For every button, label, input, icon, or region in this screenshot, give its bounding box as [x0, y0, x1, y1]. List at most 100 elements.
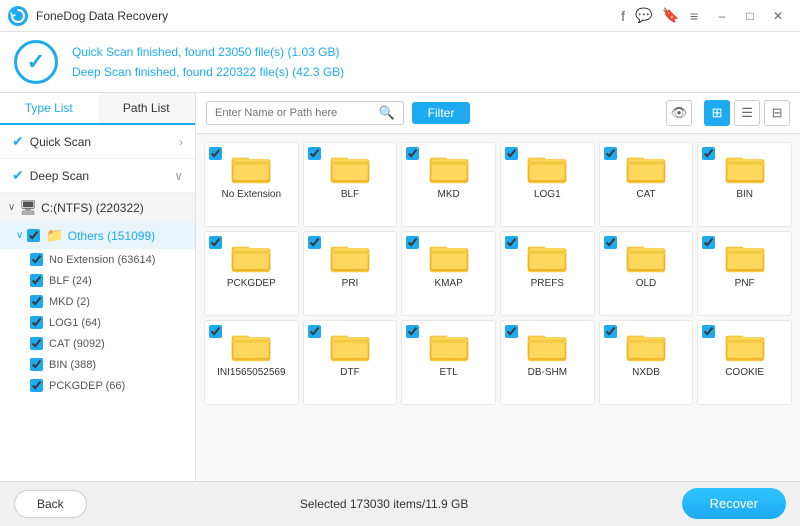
file-name-4: CAT [636, 189, 655, 200]
file-grid-item[interactable]: BLF [303, 142, 398, 227]
file-type-checkbox-1[interactable] [30, 274, 43, 287]
file-checkbox-10[interactable] [604, 236, 617, 249]
message-icon[interactable]: 💬 [635, 7, 652, 24]
file-grid-item[interactable]: KMAP [401, 231, 496, 316]
search-input[interactable] [215, 107, 378, 119]
file-grid-item[interactable]: PNF [697, 231, 792, 316]
others-folder-checkbox[interactable] [27, 229, 40, 242]
file-grid-item[interactable]: BIN [697, 142, 792, 227]
file-type-item: MKD (2) [0, 291, 195, 312]
others-folder-item[interactable]: ∨ 📁 Others (151099) [0, 222, 195, 249]
folder-expand-icon: ∨ [16, 230, 23, 241]
drive-item[interactable]: ∨ 🖥 C:(NTFS) (220322) [0, 193, 195, 222]
file-type-checkbox-3[interactable] [30, 316, 43, 329]
quick-scan-item[interactable]: ✔ Quick Scan › [0, 125, 195, 159]
menu-icon[interactable]: ≡ [690, 8, 698, 24]
quick-scan-size: (1.03 GB) [284, 45, 339, 59]
file-type-checkbox-5[interactable] [30, 358, 43, 371]
file-grid-item[interactable]: PRI [303, 231, 398, 316]
file-grid-item[interactable]: DTF [303, 320, 398, 405]
file-grid-item[interactable]: ETL [401, 320, 496, 405]
file-checkbox-11[interactable] [702, 236, 715, 249]
close-button[interactable]: ✕ [764, 2, 792, 30]
file-grid-item[interactable]: No Extension [204, 142, 299, 227]
quick-scan-check-icon: ✔ [12, 133, 24, 150]
file-checkbox-5[interactable] [702, 147, 715, 160]
info-icon[interactable]: 🔖 [662, 7, 679, 24]
selected-info: Selected 173030 items/11.9 GB [87, 497, 682, 511]
file-type-item: BLF (24) [0, 270, 195, 291]
search-box: 🔍 [206, 101, 404, 125]
file-checkbox-8[interactable] [406, 236, 419, 249]
file-grid-item[interactable]: OLD [599, 231, 694, 316]
file-checkbox-3[interactable] [505, 147, 518, 160]
file-grid: No Extension BLF MKD LOG1 [196, 134, 800, 481]
file-type-list: No Extension (63614)BLF (24)MKD (2)LOG1 … [0, 249, 195, 396]
recover-button[interactable]: Recover [682, 488, 786, 519]
quick-scan-arrow-icon: › [179, 135, 183, 149]
titlebar: FoneDog Data Recovery f 💬 🔖 ≡ – □ ✕ [0, 0, 800, 32]
minimize-button[interactable]: – [708, 2, 736, 30]
folder-icon: 📁 [46, 227, 63, 244]
file-grid-item[interactable]: PCKGDEP [204, 231, 299, 316]
facebook-icon[interactable]: f [621, 8, 625, 24]
file-type-checkbox-6[interactable] [30, 379, 43, 392]
maximize-button[interactable]: □ [736, 2, 764, 30]
preview-toggle-button[interactable]: 👁 [666, 100, 692, 126]
file-checkbox-1[interactable] [308, 147, 321, 160]
file-name-13: DTF [340, 367, 359, 378]
file-type-checkbox-2[interactable] [30, 295, 43, 308]
file-grid-item[interactable]: NXDB [599, 320, 694, 405]
file-checkbox-16[interactable] [604, 325, 617, 338]
file-name-15: DB-SHM [528, 367, 567, 378]
file-checkbox-0[interactable] [209, 147, 222, 160]
titlebar-social-icons: f 💬 🔖 ≡ [621, 7, 698, 24]
file-checkbox-4[interactable] [604, 147, 617, 160]
file-type-item: PCKGDEP (66) [0, 375, 195, 396]
file-grid-item[interactable]: DB-SHM [500, 320, 595, 405]
quick-scan-label: Quick Scan [30, 135, 179, 149]
file-checkbox-17[interactable] [702, 325, 715, 338]
file-checkbox-6[interactable] [209, 236, 222, 249]
file-type-label-1: BLF (24) [49, 275, 92, 287]
file-type-item: CAT (9092) [0, 333, 195, 354]
deep-scan-item[interactable]: ✔ Deep Scan ∨ [0, 159, 195, 193]
file-name-8: KMAP [434, 278, 462, 289]
tab-type-list[interactable]: Type List [0, 93, 98, 125]
file-name-14: ETL [439, 367, 457, 378]
drive-label: C:(NTFS) (220322) [41, 201, 144, 215]
file-grid-item[interactable]: INI1565052569 [204, 320, 299, 405]
file-checkbox-12[interactable] [209, 325, 222, 338]
file-name-16: NXDB [632, 367, 660, 378]
sidebar-tabs: Type List Path List [0, 93, 195, 125]
list-view-button[interactable]: ☰ [734, 100, 760, 126]
detail-view-button[interactable]: ⊟ [764, 100, 790, 126]
drive-collapse-icon: ∨ [8, 202, 15, 213]
header-info: ✓ Quick Scan finished, found 23050 file(… [0, 32, 800, 93]
file-grid-item[interactable]: PREFS [500, 231, 595, 316]
file-type-item: BIN (388) [0, 354, 195, 375]
file-grid-item[interactable]: LOG1 [500, 142, 595, 227]
file-checkbox-7[interactable] [308, 236, 321, 249]
file-checkbox-2[interactable] [406, 147, 419, 160]
back-button[interactable]: Back [14, 490, 87, 518]
tab-path-list[interactable]: Path List [98, 93, 196, 123]
file-grid-item[interactable]: COOKIE [697, 320, 792, 405]
sidebar-content: ✔ Quick Scan › ✔ Deep Scan ∨ ∨ 🖥 C:(NTFS… [0, 125, 195, 481]
file-type-checkbox-4[interactable] [30, 337, 43, 350]
file-type-label-4: CAT (9092) [49, 338, 105, 350]
file-grid-item[interactable]: CAT [599, 142, 694, 227]
file-type-checkbox-0[interactable] [30, 253, 43, 266]
grid-view-button[interactable]: ⊞ [704, 100, 730, 126]
file-checkbox-15[interactable] [505, 325, 518, 338]
file-checkbox-14[interactable] [406, 325, 419, 338]
check-circle-icon: ✓ [14, 40, 58, 84]
file-grid-item[interactable]: MKD [401, 142, 496, 227]
file-checkbox-9[interactable] [505, 236, 518, 249]
filter-button[interactable]: Filter [412, 102, 471, 124]
file-checkbox-13[interactable] [308, 325, 321, 338]
file-name-5: BIN [736, 189, 753, 200]
deep-scan-arrow-icon: ∨ [174, 169, 183, 183]
file-type-label-6: PCKGDEP (66) [49, 380, 125, 392]
quick-scan-text: Quick Scan finished, found [72, 45, 218, 59]
